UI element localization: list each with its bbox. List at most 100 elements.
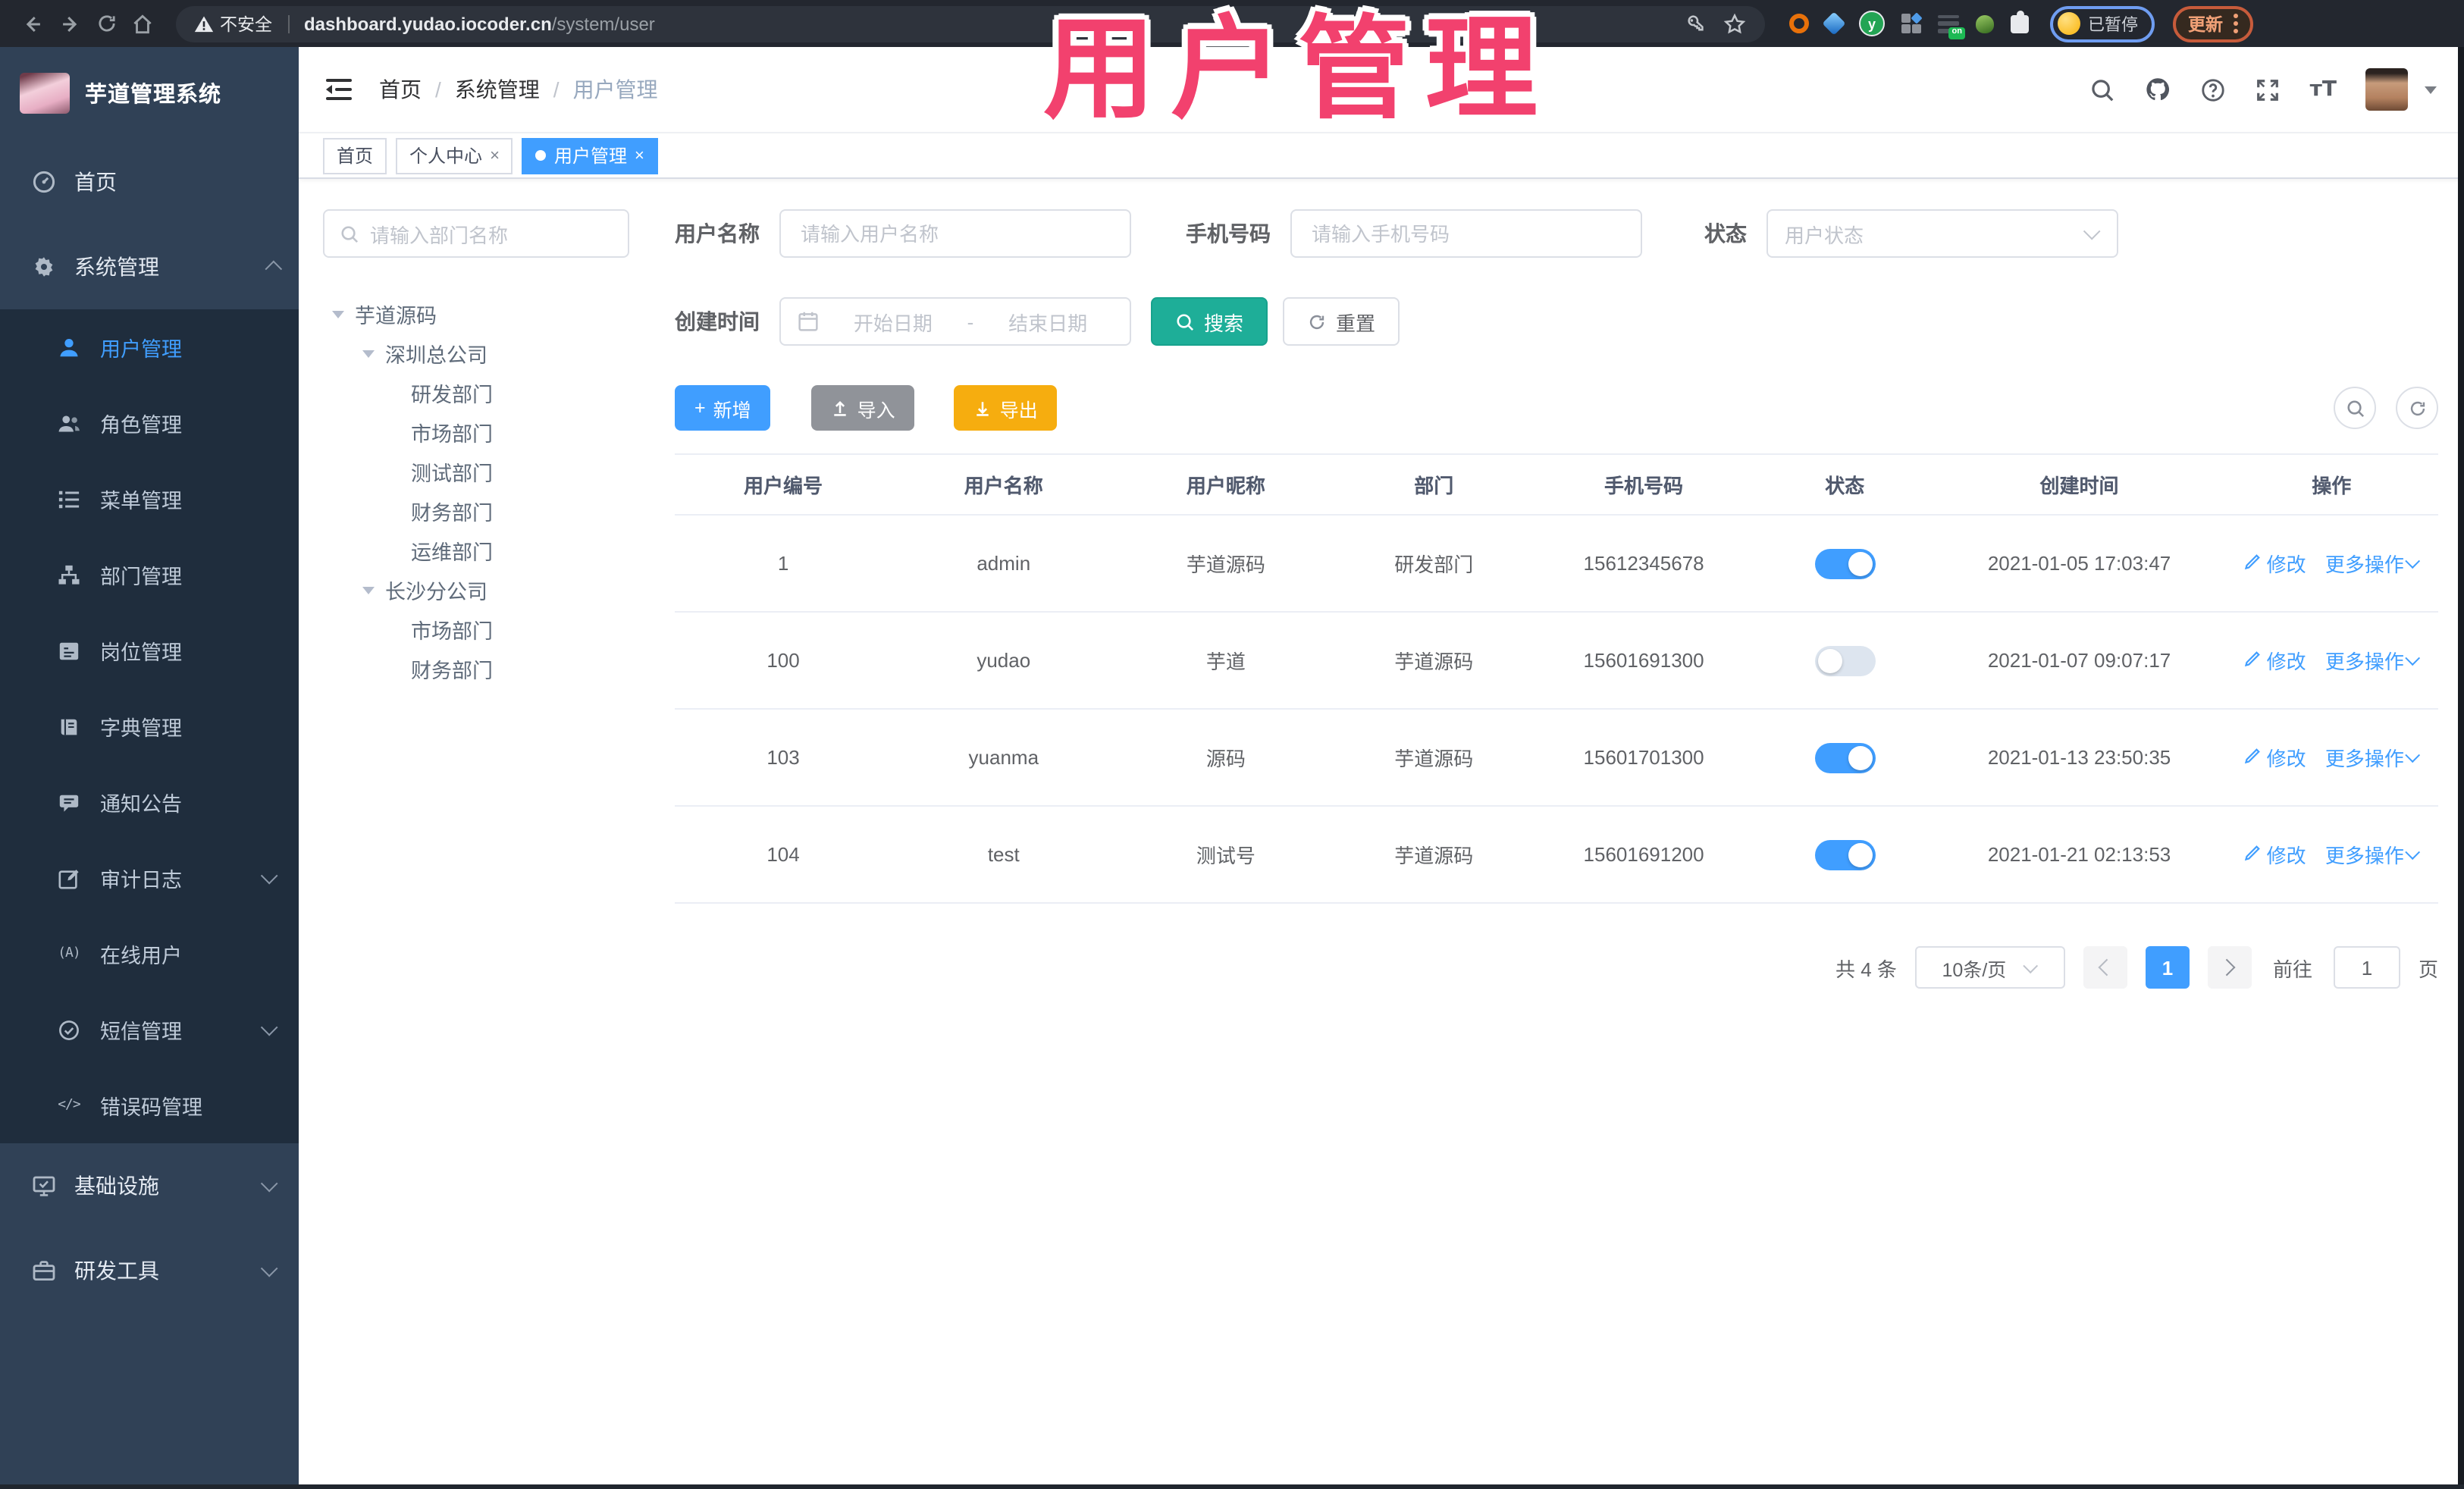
sidebar-item-posts[interactable]: 岗位管理 — [0, 613, 299, 688]
status-toggle[interactable] — [1814, 548, 1876, 578]
extension-gem-icon[interactable] — [1822, 11, 1846, 36]
search-button-label: 搜索 — [1204, 312, 1244, 334]
sidebar-item-sms[interactable]: 短信管理 — [0, 992, 299, 1067]
extension-grid-icon[interactable] — [1901, 12, 1923, 33]
search-icon[interactable] — [2090, 77, 2116, 102]
more-actions-link[interactable]: 更多操作 — [2325, 647, 2421, 676]
tree-caret-icon[interactable] — [362, 350, 375, 357]
sidebar-item-system[interactable]: 系统管理 — [0, 224, 299, 309]
username-field[interactable] — [779, 209, 1131, 258]
extension-green-icon[interactable]: y — [1859, 11, 1885, 36]
sidebar-item-error-codes[interactable]: </> 错误码管理 — [0, 1067, 299, 1143]
more-actions-link[interactable]: 更多操作 — [2325, 550, 2421, 578]
mobile-input[interactable] — [1309, 221, 1624, 246]
pencil-icon — [2244, 748, 2260, 764]
browser-menu-icon[interactable] — [2234, 14, 2238, 33]
tree-node[interactable]: 长沙分公司 — [323, 570, 629, 610]
reset-button[interactable]: 重置 — [1283, 297, 1400, 346]
sidebar-item-audit-log[interactable]: 审计日志 — [0, 840, 299, 916]
breadcrumb-system[interactable]: 系统管理 — [455, 74, 540, 105]
breadcrumb-home[interactable]: 首页 — [379, 74, 422, 105]
department-search-input[interactable]: 请输入部门名称 — [323, 209, 629, 258]
sidebar-item-online-users[interactable]: (A) 在线用户 — [0, 916, 299, 992]
extension-sprout-icon[interactable] — [1976, 14, 1994, 33]
address-bar[interactable]: 不安全 dashboard.yudao.iocoder.cn /system/u… — [176, 5, 1765, 42]
user-icon — [56, 336, 82, 359]
total-count: 共 4 条 — [1835, 958, 1897, 980]
status-toggle[interactable] — [1814, 839, 1876, 870]
font-size-icon[interactable]: тT — [2310, 77, 2337, 102]
tab-home[interactable]: 首页 — [323, 137, 387, 174]
help-icon[interactable] — [2201, 77, 2227, 102]
close-icon[interactable]: × — [490, 146, 500, 165]
paused-label: 已暂停 — [2088, 16, 2138, 34]
avatar-caret-icon[interactable] — [2425, 86, 2437, 93]
add-button[interactable]: + 新增 — [675, 385, 771, 431]
sidebar-collapse-icon[interactable] — [326, 79, 352, 100]
status-toggle[interactable] — [1814, 645, 1876, 676]
date-range-picker[interactable]: 开始日期 - 结束日期 — [779, 297, 1131, 346]
goto-page-input[interactable] — [2333, 946, 2400, 989]
sidebar-item-home[interactable]: 首页 — [0, 139, 299, 224]
page-number-current[interactable]: 1 — [2145, 946, 2190, 989]
extensions-puzzle-icon[interactable] — [2011, 10, 2029, 33]
browser-forward-button[interactable] — [52, 5, 88, 42]
sidebar-item-menus[interactable]: 菜单管理 — [0, 461, 299, 537]
refresh-table-button[interactable] — [2396, 387, 2438, 429]
tree-node[interactable]: 深圳总公司 — [323, 334, 629, 373]
extension-orange-icon[interactable] — [1789, 14, 1809, 33]
edit-link[interactable]: 修改 — [2243, 743, 2306, 772]
status-select[interactable]: 用户状态 — [1766, 209, 2118, 258]
browser-back-button[interactable] — [15, 5, 52, 42]
username-input[interactable] — [798, 221, 1113, 246]
more-actions-link[interactable]: 更多操作 — [2325, 744, 2421, 773]
sidebar-item-roles[interactable]: 角色管理 — [0, 385, 299, 461]
cell-username: test — [892, 806, 1116, 904]
search-button[interactable]: 搜索 — [1151, 297, 1268, 346]
tree-node[interactable]: 测试部门 — [323, 452, 629, 491]
github-icon[interactable] — [2145, 76, 2172, 103]
browser-reload-button[interactable] — [88, 5, 124, 42]
import-button[interactable]: 导入 — [811, 385, 915, 431]
user-avatar[interactable] — [2365, 68, 2408, 111]
tree-node[interactable]: 芋道源码 — [323, 294, 629, 334]
more-actions-link[interactable]: 更多操作 — [2325, 841, 2421, 870]
close-icon[interactable]: × — [635, 146, 644, 165]
tree-node[interactable]: 市场部门 — [323, 610, 629, 649]
tree-caret-icon[interactable] — [362, 586, 375, 594]
sidebar-item-notice[interactable]: 通知公告 — [0, 764, 299, 840]
sidebar-item-infra[interactable]: 基础设施 — [0, 1143, 299, 1228]
mobile-field[interactable] — [1290, 209, 1642, 258]
tree-node[interactable]: 研发部门 — [323, 373, 629, 412]
tree-caret-icon[interactable] — [332, 310, 344, 318]
tab-profile[interactable]: 个人中心 × — [396, 137, 513, 174]
sidebar-item-users[interactable]: 用户管理 — [0, 309, 299, 385]
status-toggle[interactable] — [1814, 742, 1876, 773]
page-size-select[interactable]: 10条/页 — [1914, 946, 2065, 989]
profile-paused-badge[interactable]: 已暂停 — [2050, 5, 2155, 42]
security-warning[interactable]: 不安全 — [194, 11, 272, 36]
edit-link[interactable]: 修改 — [2243, 549, 2306, 578]
extension-switch-icon[interactable]: on — [1938, 14, 1965, 39]
fullscreen-icon[interactable] — [2256, 77, 2281, 102]
tree-node[interactable]: 市场部门 — [323, 412, 629, 452]
prev-page-button[interactable] — [2083, 946, 2127, 989]
browser-update-button[interactable]: 更新 — [2173, 5, 2253, 42]
browser-home-button[interactable] — [124, 5, 161, 42]
edit-link[interactable]: 修改 — [2243, 646, 2306, 675]
tree-node[interactable]: 财务部门 — [323, 649, 629, 688]
sidebar-item-dict[interactable]: 字典管理 — [0, 688, 299, 764]
edit-link[interactable]: 修改 — [2243, 840, 2306, 869]
tree-node[interactable]: 运维部门 — [323, 531, 629, 570]
toggle-search-button[interactable] — [2334, 387, 2376, 429]
export-button[interactable]: 导出 — [954, 385, 1058, 431]
table-row: 103 yuanma 源码 芋道源码 15601701300 2021-01-1… — [675, 709, 2438, 807]
tree-node[interactable]: 财务部门 — [323, 491, 629, 531]
cell-dept: 芋道源码 — [1336, 709, 1532, 807]
sidebar-item-depts[interactable]: 部门管理 — [0, 537, 299, 613]
bookmark-star-icon[interactable] — [1723, 11, 1747, 36]
sidebar-item-devtools[interactable]: 研发工具 — [0, 1228, 299, 1313]
next-page-button[interactable] — [2207, 946, 2252, 989]
password-key-icon[interactable] — [1683, 11, 1707, 36]
tab-user-management[interactable]: 用户管理 × — [522, 137, 658, 174]
